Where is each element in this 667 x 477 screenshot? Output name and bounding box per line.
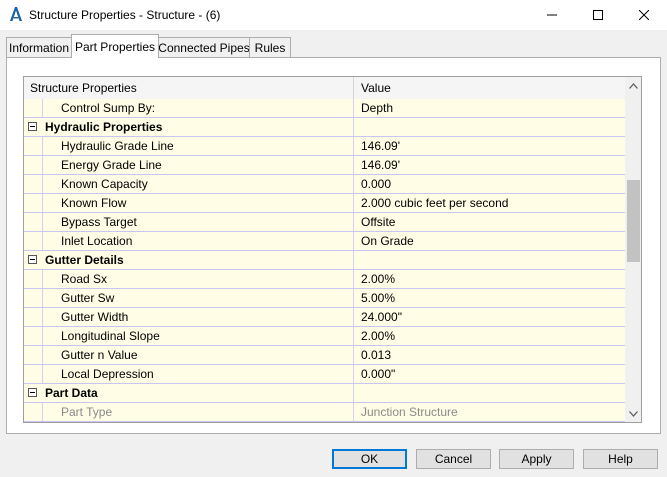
grid-header: Structure Properties Value [24,77,625,100]
category-name: Hydraulic Properties [45,120,163,134]
category-name: Part Data [45,386,98,400]
category-row-gutter-details[interactable]: Gutter Details [24,251,625,270]
property-row[interactable]: Bypass Target Offsite [24,213,625,232]
chevron-up-icon [629,82,638,89]
property-name: Gutter n Value [61,348,138,362]
property-value[interactable]: 24.000" [361,308,402,326]
autocad-civil-icon [10,7,22,21]
property-name: Bypass Target [61,215,137,229]
minimize-icon [547,14,557,16]
column-header-value[interactable]: Value [361,77,391,99]
help-button[interactable]: Help [583,449,658,469]
property-value[interactable]: 5.00% [361,289,395,307]
collapse-toggle-icon[interactable] [28,122,37,131]
cancel-button[interactable]: Cancel [416,449,491,469]
property-value[interactable]: 0.000 [361,175,391,193]
property-row[interactable]: Gutter n Value 0.013 [24,346,625,365]
property-row[interactable]: Local Depression 0.000" [24,365,625,384]
title-bar: Structure Properties - Structure - (6) [0,0,667,30]
property-value: Junction Structure [361,405,458,419]
property-value[interactable]: 146.09' [361,156,400,174]
property-value[interactable]: Depth [361,99,393,117]
property-value[interactable]: Offsite [361,213,395,231]
scroll-down-button[interactable] [625,405,641,422]
close-icon [639,10,649,20]
category-row-part-data[interactable]: Part Data [24,384,625,403]
collapse-toggle-icon[interactable] [28,388,37,397]
property-value[interactable]: 2.000 cubic feet per second [361,194,508,212]
property-name: Hydraulic Grade Line [61,139,174,153]
tab-information[interactable]: Information [6,37,72,57]
property-name: Energy Grade Line [61,158,162,172]
property-value[interactable]: 2.00% [361,270,395,288]
tab-rules[interactable]: Rules [249,37,291,57]
property-row[interactable]: Road Sx 2.00% [24,270,625,289]
scroll-up-button[interactable] [625,77,641,94]
tab-connected-pipes[interactable]: Connected Pipes [158,37,250,57]
property-name: Inlet Location [61,234,133,248]
close-button[interactable] [621,0,667,30]
scroll-thumb[interactable] [627,180,640,262]
maximize-icon [593,10,603,20]
property-row[interactable]: Hydraulic Grade Line 146.09' [24,137,625,156]
property-value[interactable]: On Grade [361,232,414,250]
property-name: Gutter Sw [61,291,115,305]
category-name: Gutter Details [45,253,124,267]
property-row[interactable]: Gutter Sw 5.00% [24,289,625,308]
collapse-toggle-icon[interactable] [28,255,37,264]
property-name: Longitudinal Slope [61,329,160,343]
grid-rows: Control Sump By: Depth Hydraulic Propert… [24,99,625,422]
property-value[interactable]: 0.000" [361,365,395,383]
property-row[interactable]: Inlet Location On Grade [24,232,625,251]
apply-button[interactable]: Apply [499,449,574,469]
tab-part-properties[interactable]: Part Properties [71,34,159,58]
property-name: Gutter Width [61,310,129,324]
minimize-button[interactable] [529,0,575,30]
property-name: Part Type [61,405,113,419]
property-row[interactable]: Longitudinal Slope 2.00% [24,327,625,346]
column-header-property[interactable]: Structure Properties [30,77,137,99]
vertical-scrollbar[interactable] [625,77,641,422]
property-name: Road Sx [61,272,108,286]
chevron-down-icon [629,410,638,417]
property-row[interactable]: Energy Grade Line 146.09' [24,156,625,175]
property-grid[interactable]: Structure Properties Value Control Sump … [23,76,642,423]
property-value[interactable]: 2.00% [361,327,395,345]
property-row[interactable]: Control Sump By: Depth [24,99,625,118]
window-title: Structure Properties - Structure - (6) [29,8,221,22]
property-name: Known Flow [61,196,127,210]
property-row[interactable]: Known Capacity 0.000 [24,175,625,194]
property-name: Known Capacity [61,177,148,191]
column-divider[interactable] [353,77,354,99]
property-row: Part Type Junction Structure [24,403,625,422]
property-row[interactable]: Known Flow 2.000 cubic feet per second [24,194,625,213]
maximize-button[interactable] [575,0,621,30]
property-name: Control Sump By: [61,101,156,115]
property-row[interactable]: Gutter Width 24.000" [24,308,625,327]
category-row-hydraulic-properties[interactable]: Hydraulic Properties [24,118,625,137]
property-value[interactable]: 0.013 [361,346,391,364]
property-name: Local Depression [61,367,154,381]
ok-button[interactable]: OK [332,449,407,469]
property-value[interactable]: 146.09' [361,137,400,155]
